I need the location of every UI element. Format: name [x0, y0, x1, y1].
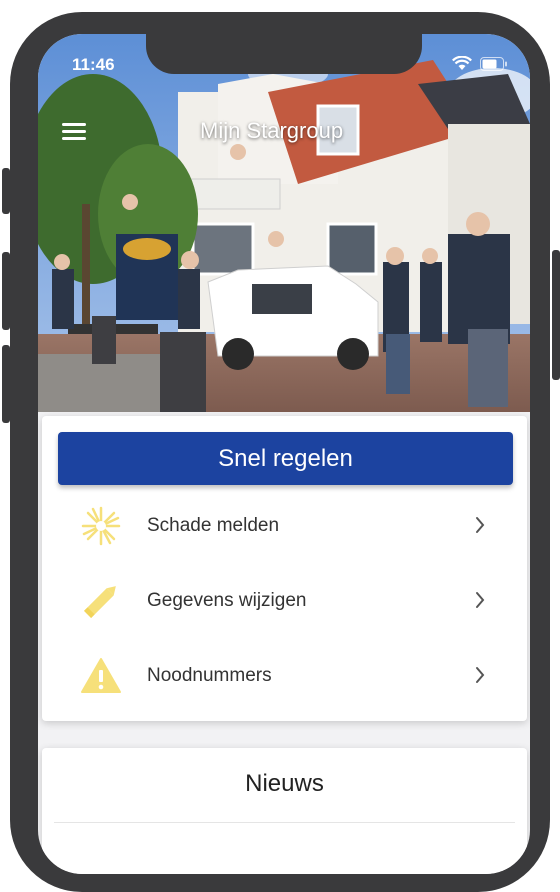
news-title: Nieuws — [245, 770, 324, 797]
status-time: 11:46 — [72, 55, 115, 74]
volume-down-button — [2, 345, 10, 423]
menu-item-label: Schade melden — [147, 515, 280, 536]
wifi-icon — [452, 56, 472, 70]
menu-item-noodnummers[interactable]: Noodnummers — [42, 646, 527, 706]
chevron-right-icon — [476, 517, 485, 533]
volume-up-button — [2, 252, 10, 330]
menu-item-label: Gegevens wijzigen — [147, 590, 307, 611]
chevron-right-icon — [476, 592, 485, 608]
power-button — [552, 250, 560, 380]
warning-icon — [80, 656, 122, 696]
phone-notch — [146, 34, 422, 74]
app-screen: 11:46 Mijn Stargroup Snel regelen Schade… — [38, 34, 530, 874]
hero-photo: 11:46 Mijn Stargroup — [38, 34, 530, 412]
pencil-icon — [80, 581, 122, 621]
battery-icon — [480, 56, 507, 71]
status-icons — [452, 56, 508, 71]
mute-switch — [2, 168, 10, 214]
news-card: Nieuws — [42, 748, 527, 874]
news-divider — [54, 822, 515, 823]
menu-item-label: Noodnummers — [147, 665, 272, 686]
menu-item-gegevens-wijzigen[interactable]: Gegevens wijzigen — [42, 571, 527, 631]
app-title: Mijn Stargroup — [200, 118, 344, 143]
chevron-right-icon — [476, 667, 485, 683]
snel-regelen-button[interactable]: Snel regelen — [58, 432, 513, 485]
office-photo — [38, 34, 530, 412]
menu-item-schade-melden[interactable]: Schade melden — [42, 496, 527, 556]
hamburger-icon[interactable] — [62, 123, 86, 141]
quick-actions-card: Snel regelen Schade melden Gegevens wijz… — [42, 416, 527, 721]
burst-icon — [80, 506, 122, 546]
